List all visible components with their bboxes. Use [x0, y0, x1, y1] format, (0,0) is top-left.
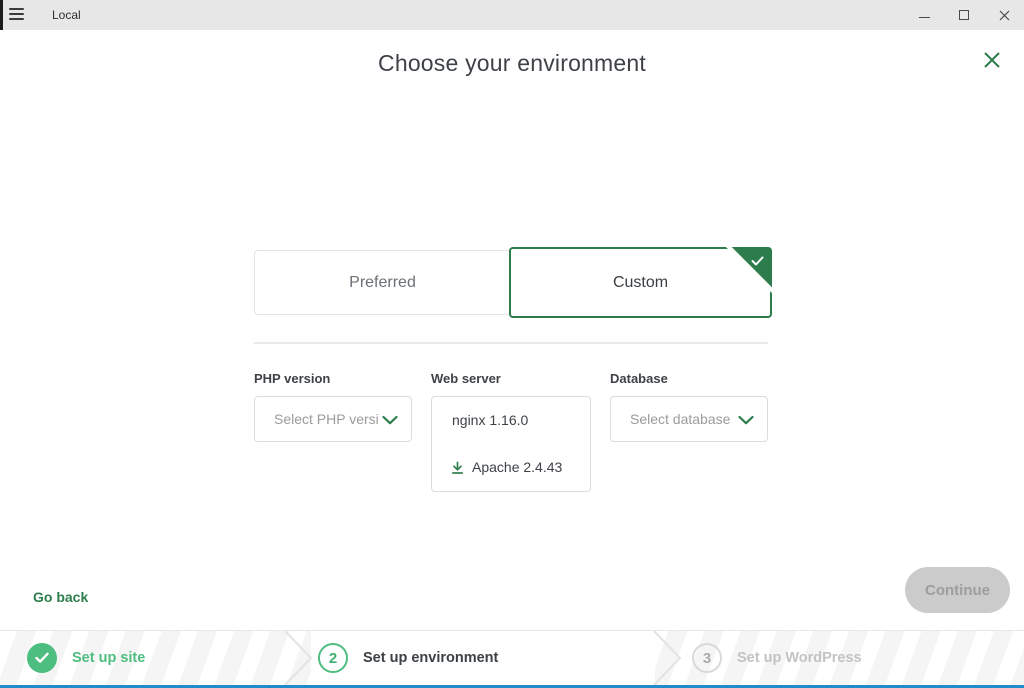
chevron-down-icon [738, 416, 754, 425]
step-complete-badge [27, 643, 57, 673]
minimize-icon [918, 16, 930, 18]
minimize-button[interactable] [904, 0, 944, 30]
step-label: Set up environment [363, 650, 499, 666]
continue-button[interactable]: Continue [905, 567, 1010, 613]
php-version-label: PHP version [254, 371, 331, 386]
web-server-options: nginx 1.16.0 Apache 2.4.43 [431, 396, 591, 492]
tab-preferred[interactable]: Preferred [254, 250, 511, 315]
hamburger-menu-icon[interactable] [9, 8, 24, 21]
environment-tabs: Preferred Custom [254, 247, 772, 318]
web-server-label: Web server [431, 371, 501, 386]
step-separator-chevron-icon [653, 631, 682, 685]
apache-option-label: Apache 2.4.43 [472, 459, 563, 475]
database-placeholder: Select database [630, 411, 731, 427]
step-number-badge: 2 [318, 643, 348, 673]
database-label: Database [610, 371, 668, 386]
close-window-button[interactable] [984, 0, 1024, 30]
go-back-link[interactable]: Go back [33, 589, 88, 605]
step-number-badge: 3 [692, 643, 722, 673]
maximize-icon [959, 10, 969, 20]
step-label: Set up WordPress [737, 650, 862, 666]
page-title: Choose your environment [378, 50, 646, 76]
section-divider [254, 342, 768, 344]
tab-selected-check-icon [751, 256, 764, 266]
download-icon [452, 461, 463, 474]
titlebar: Local [0, 0, 1024, 30]
database-select[interactable]: Select database [610, 396, 768, 442]
web-server-option-apache[interactable]: Apache 2.4.43 [451, 459, 562, 475]
php-version-placeholder: Select PHP versi... [274, 411, 379, 427]
app-window: Local Choose your environment Preferred [0, 0, 1024, 688]
window-controls [904, 0, 1024, 30]
maximize-button[interactable] [944, 0, 984, 30]
titlebar-left-edge [0, 0, 3, 30]
tab-custom-label: Custom [612, 273, 669, 291]
app-title: Local [52, 8, 81, 22]
tab-selected-corner [724, 247, 772, 295]
chevron-down-icon [382, 416, 398, 425]
check-icon [35, 652, 49, 663]
step-label: Set up site [72, 650, 146, 666]
setup-stepper: Set up site 2 Set up environment 3 Set u… [0, 630, 1024, 688]
stepper-step-setup-wordpress: 3 Set up WordPress [692, 631, 862, 685]
tab-preferred-label: Preferred [349, 273, 416, 291]
web-server-option-nginx[interactable]: nginx 1.16.0 [452, 412, 528, 428]
stepper-step-setup-environment: 2 Set up environment [318, 631, 498, 685]
close-icon [999, 10, 1009, 20]
php-version-select[interactable]: Select PHP versi... [254, 396, 412, 442]
corner-flag [731, 247, 772, 288]
step-separator-chevron-icon [284, 631, 313, 685]
stepper-step-setup-site: Set up site [27, 631, 145, 685]
tab-custom[interactable]: Custom [509, 247, 772, 318]
modal-close-icon[interactable] [982, 50, 1002, 70]
